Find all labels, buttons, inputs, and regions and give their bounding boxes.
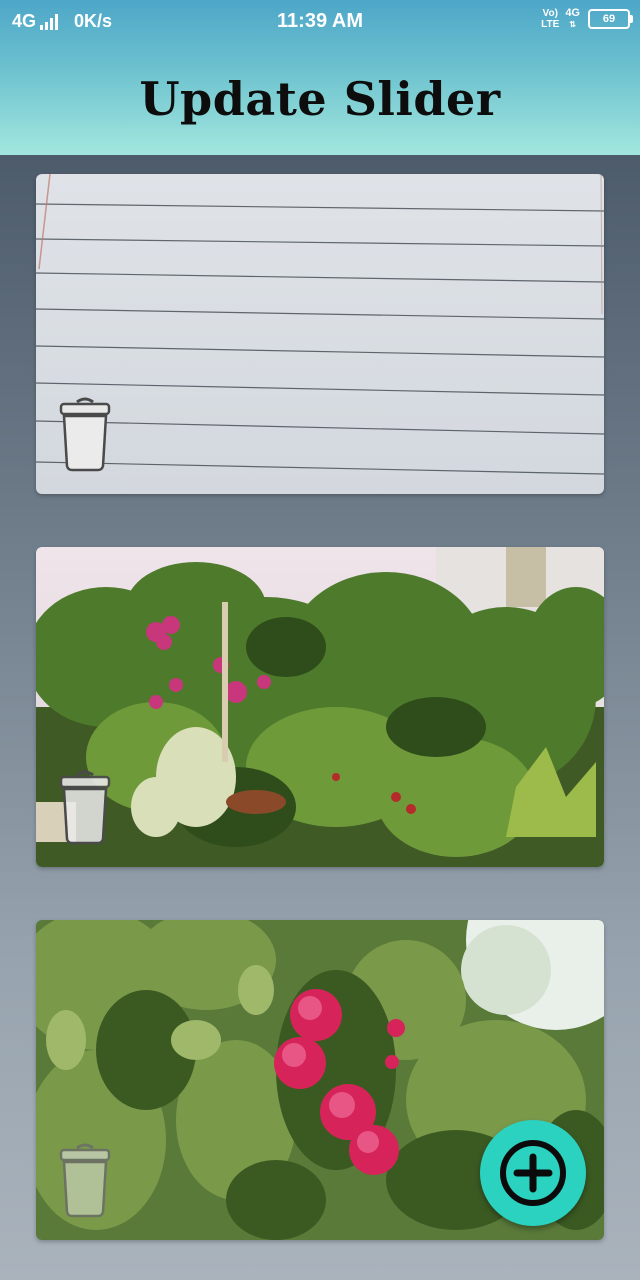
status-bar: 4G 0K/s 11:39 AM Vo) LTE 4G ⇅ 69 — [0, 0, 640, 44]
trash-icon — [59, 397, 111, 472]
battery-icon: 69 — [588, 9, 633, 29]
network-4g-indicator: 4G ⇅ — [565, 7, 580, 30]
slide-card-2[interactable] — [36, 547, 604, 867]
delete-slide-1-button[interactable] — [58, 396, 112, 472]
slide-card-1[interactable] — [36, 174, 604, 494]
page-title: Update Slider — [139, 72, 501, 126]
potted-plants-photo — [36, 547, 604, 867]
trash-icon — [59, 1143, 111, 1218]
data-arrows-icon: ⇅ — [569, 20, 576, 29]
lined-paper-photo — [36, 174, 604, 494]
delete-slide-2-button[interactable] — [58, 769, 112, 845]
volte-indicator: Vo) LTE — [541, 8, 560, 30]
add-slide-button[interactable] — [480, 1120, 586, 1226]
plus-circle-icon — [500, 1140, 566, 1206]
delete-slide-3-button[interactable] — [58, 1142, 112, 1218]
app-header: 4G 0K/s 11:39 AM Vo) LTE 4G ⇅ 69 Update … — [0, 0, 640, 155]
trash-icon — [59, 770, 111, 845]
status-right: Vo) LTE 4G ⇅ 69 — [541, 7, 633, 30]
